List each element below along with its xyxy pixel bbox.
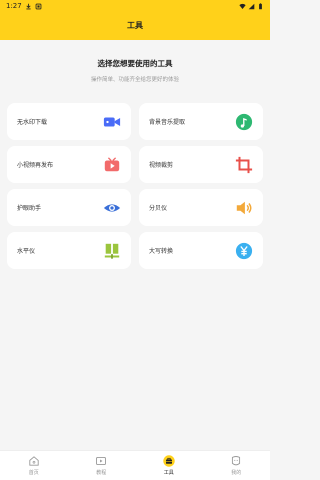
tool-card-video-republish[interactable]: 小视频再发布 <box>7 146 131 183</box>
tool-card-video-crop[interactable]: 视频裁剪 <box>139 146 263 183</box>
video-camera-icon <box>103 113 121 131</box>
nav-tab-tools[interactable]: 工具 <box>147 455 191 476</box>
nav-label: 首页 <box>28 470 39 476</box>
nav-tab-home[interactable]: 首页 <box>12 455 56 476</box>
download-icon <box>26 3 31 9</box>
level-icon <box>103 242 121 260</box>
signal-icon <box>248 3 255 9</box>
notification-icon <box>35 3 42 9</box>
tool-card-level[interactable]: 水平仪 <box>7 232 131 269</box>
nav-label: 工具 <box>163 470 174 476</box>
battery-icon <box>259 2 262 9</box>
tutorial-play-icon <box>96 456 107 466</box>
toolbox-icon <box>163 455 175 467</box>
page-title: 工具 <box>127 21 143 30</box>
nav-tab-tutorial[interactable]: 教程 <box>79 455 123 476</box>
tool-label: 视频裁剪 <box>149 162 174 169</box>
profile-icon <box>232 456 241 466</box>
tv-play-icon <box>103 156 121 174</box>
nav-tab-profile[interactable]: 我的 <box>214 455 258 476</box>
bottom-nav: 首页 教程 工具 我的 <box>0 450 270 480</box>
tool-label: 水平仪 <box>17 248 36 255</box>
tool-card-bgm-extract[interactable]: 背景音乐提取 <box>139 103 263 140</box>
crop-icon <box>235 156 253 174</box>
status-time: 1:27 <box>6 2 22 10</box>
tool-label: 大写转换 <box>149 248 174 255</box>
main-content: 选择您想要使用的工具 操作简单、功能齐全给您更好的体验 无水印下载 背景音乐提取… <box>0 40 270 450</box>
status-right <box>239 2 264 10</box>
tool-label: 护眼助手 <box>17 205 42 212</box>
status-left: 1:27 <box>6 2 42 10</box>
tool-label: 背景音乐提取 <box>149 119 186 126</box>
tool-card-watermark-free-download[interactable]: 无水印下载 <box>7 103 131 140</box>
nav-label: 我的 <box>231 470 242 476</box>
tool-label: 分贝仪 <box>149 205 168 212</box>
intro-headline: 选择您想要使用的工具 <box>97 59 173 68</box>
yen-icon <box>235 242 253 260</box>
home-icon <box>29 456 39 466</box>
tool-card-decibel-meter[interactable]: 分贝仪 <box>139 189 263 226</box>
tool-card-eye-care[interactable]: 护眼助手 <box>7 189 131 226</box>
tool-card-uppercase-convert[interactable]: 大写转换 <box>139 232 263 269</box>
tool-label: 小视频再发布 <box>17 162 54 169</box>
eye-icon <box>103 199 121 217</box>
nav-label: 教程 <box>96 470 107 476</box>
music-note-icon <box>235 113 253 131</box>
tool-label: 无水印下载 <box>17 119 48 126</box>
wifi-icon <box>239 3 246 9</box>
status-bar: 1:27 <box>0 0 270 12</box>
intro-subline: 操作简单、功能齐全给您更好的体验 <box>90 77 179 83</box>
speaker-icon <box>235 199 253 217</box>
